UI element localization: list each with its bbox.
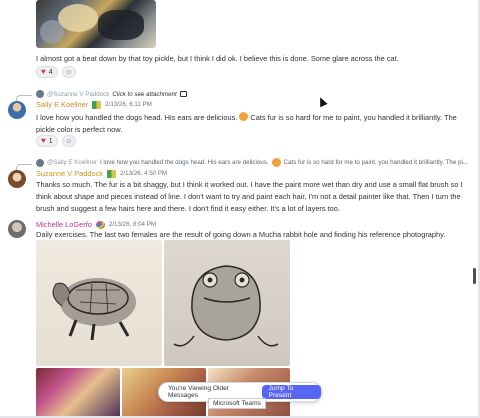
author-name[interactable]: Michelle LoGerfo (36, 220, 92, 229)
turtle-drawing (52, 278, 136, 341)
reply-avatar (36, 158, 44, 167)
badge-icon (92, 100, 102, 109)
badge-icon (106, 169, 116, 178)
tooltip: Microsoft Teams (208, 398, 266, 409)
palette-icon (95, 220, 105, 229)
avatar[interactable] (8, 170, 26, 188)
add-reaction-icon[interactable]: ☺ (61, 66, 76, 78)
author-name[interactable]: Sally E Koellner (36, 100, 88, 109)
author-name[interactable]: Suzanne V Paddock (36, 169, 103, 178)
message-header: Suzanne V Paddock 2/13/26, 4:50 PM (36, 169, 167, 178)
reply-connector (16, 164, 32, 170)
timestamp: 2/13/26, 4:50 PM (119, 170, 168, 177)
reaction-count: 4 (48, 68, 53, 76)
message-header: Michelle LoGerfo 2/13/26, 8:04 PM (36, 220, 156, 229)
reaction-bar: ♥ 4 ☺ (36, 66, 76, 78)
jump-to-present-button[interactable]: Jump To Present (261, 385, 321, 399)
heart-icon: ♥ (41, 67, 46, 76)
message-text: I love how you handled the dogs head. Hi… (36, 112, 466, 136)
message-text-part: I love how you handled the dogs head. Hi… (36, 113, 240, 122)
heart-icon: ♥ (41, 136, 46, 145)
reply-text: I love how you handled the dogs head. Hi… (99, 159, 269, 166)
scrollbar-thumb[interactable] (473, 268, 476, 284)
reply-preview[interactable]: @Sally E Koellner I love how you handled… (36, 158, 468, 167)
reply-mention: @Suzanne V Paddock (47, 90, 110, 98)
reaction-count: 1 (48, 137, 53, 145)
art-detail (98, 10, 144, 40)
reply-mention: @Sally E Koellner (47, 159, 97, 166)
avatar[interactable] (8, 220, 26, 238)
reaction-bar: ♥ 1 ☺ (36, 135, 76, 147)
reply-avatar (36, 90, 44, 98)
reply-connector (16, 95, 32, 101)
avatar[interactable] (8, 101, 26, 119)
heart-reaction[interactable]: ♥ 4 (36, 66, 58, 78)
painting-attachment-dog-cat[interactable] (36, 0, 156, 48)
frog-drawing (173, 265, 279, 347)
banner-text: You're Viewing Older Messages (168, 385, 230, 399)
message-header: Sally E Koellner 2/13/26, 6:11 PM (36, 100, 152, 109)
message-text: Thanks so much. The fur is a bit shaggy,… (36, 180, 463, 213)
message-text: I almost got a beat down by that toy pic… (36, 54, 399, 63)
frog-sketch-image[interactable] (164, 240, 290, 366)
art-detail (40, 20, 64, 44)
turtle-sketch-image[interactable] (36, 240, 162, 366)
timestamp: 2/13/26, 8:04 PM (108, 221, 157, 228)
add-reaction-icon[interactable]: ☺ (61, 135, 76, 147)
reply-preview[interactable]: @Suzanne V Paddock Click to see attachme… (36, 90, 187, 98)
smile-emoji-icon (271, 158, 281, 167)
image-icon (179, 91, 187, 97)
timestamp: 2/13/26, 6:11 PM (105, 101, 152, 108)
reply-text: Cats fur is so hard for me to paint, you… (283, 159, 468, 166)
art-detail (58, 4, 98, 32)
mouse-cursor-icon (316, 95, 328, 108)
reply-text: Click to see attachment (112, 90, 177, 98)
heart-reaction[interactable]: ♥ 1 (36, 135, 58, 147)
female-portrait-image[interactable] (36, 368, 120, 418)
